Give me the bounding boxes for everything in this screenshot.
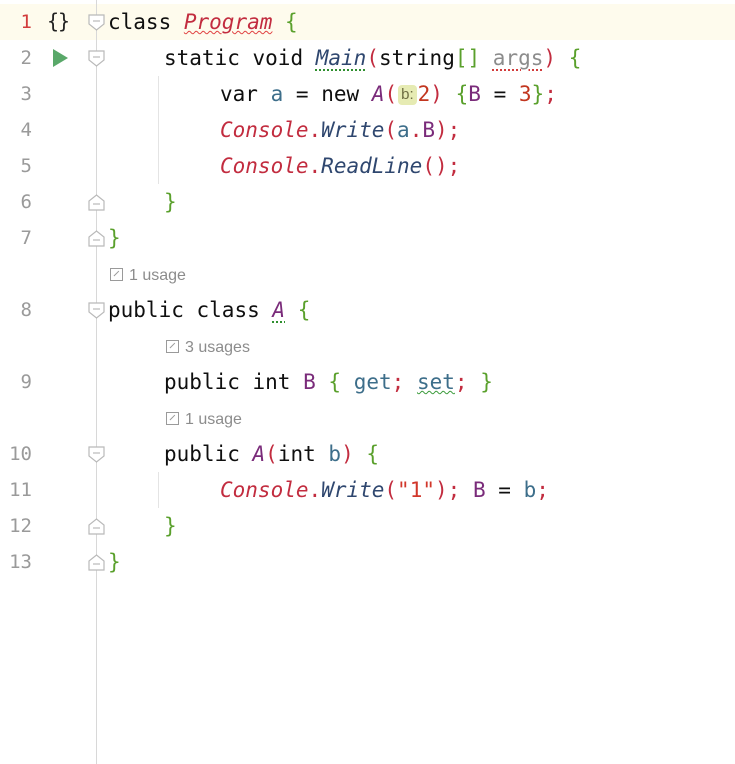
code-line-2[interactable]: 2 static void Main(string[] args) {	[0, 40, 735, 76]
code-text: public A(int b) {	[164, 442, 380, 466]
code-text: class Program {	[108, 10, 298, 34]
parameter-name-hint: b:	[398, 85, 417, 105]
code-line-13[interactable]: 13 }	[0, 544, 735, 580]
setter-warning: set	[416, 370, 455, 394]
usage-hint-ctor-a[interactable]: 1 usage	[166, 408, 242, 432]
usage-hint-prop-b[interactable]: 3 usages	[166, 336, 250, 360]
usage-arrow-icon	[166, 412, 179, 425]
code-line-8[interactable]: 8 public class A {	[0, 292, 735, 328]
code-text: Console.ReadLine();	[220, 154, 461, 178]
usage-arrow-icon	[166, 340, 179, 353]
usage-arrow-icon	[110, 268, 123, 281]
class-name-a: A	[272, 298, 286, 322]
line-number: 9	[20, 371, 32, 393]
line-number: 12	[9, 515, 32, 537]
line-number: 2	[20, 47, 32, 69]
fold-open-icon[interactable]	[88, 302, 105, 319]
code-line-1[interactable]: 1 {} class Program {	[0, 4, 735, 40]
fold-close-icon[interactable]	[88, 554, 105, 571]
fold-open-icon[interactable]	[88, 50, 105, 67]
line-number: 3	[20, 83, 32, 105]
line-number: 4	[20, 119, 32, 141]
line-number: 8	[20, 299, 32, 321]
code-line-4[interactable]: 4 Console.Write(a.B);	[0, 112, 735, 148]
fold-open-icon[interactable]	[88, 446, 105, 463]
code-text: }	[164, 514, 177, 538]
code-line-5[interactable]: 5 Console.ReadLine();	[0, 148, 735, 184]
line-number: 1	[20, 11, 32, 33]
line-number: 10	[9, 443, 32, 465]
code-line-12[interactable]: 12 }	[0, 508, 735, 544]
code-text: public int B { get; set; }	[164, 370, 493, 394]
method-main: Main	[315, 46, 367, 70]
code-line-6[interactable]: 6 }	[0, 184, 735, 220]
code-text: public class A {	[108, 298, 311, 322]
param-args: args	[492, 46, 544, 70]
fold-open-icon[interactable]	[88, 14, 105, 31]
code-line-3[interactable]: 3 var a = new A(b: 2) {B = 3};	[0, 76, 735, 112]
code-text: }	[108, 550, 121, 574]
line-number: 13	[9, 551, 32, 573]
code-text: static void Main(string[] args) {	[164, 46, 582, 70]
line-number: 5	[20, 155, 32, 177]
code-line-10[interactable]: 10 public A(int b) {	[0, 436, 735, 472]
line-number: 6	[20, 191, 32, 213]
code-line-9[interactable]: 9 public int B { get; set; }	[0, 364, 735, 400]
code-editor[interactable]: 1 {} class Program { 2 static void Main(…	[0, 0, 735, 764]
code-text: }	[164, 190, 177, 214]
code-text: }	[108, 226, 121, 250]
code-text: Console.Write(a.B);	[220, 118, 461, 142]
usage-hint-class-a[interactable]: 1 usage	[110, 264, 186, 288]
code-line-11[interactable]: 11 Console.Write("1"); B = b;	[0, 472, 735, 508]
line-number: 7	[20, 227, 32, 249]
line-number: 11	[9, 479, 32, 501]
class-name-program: Program	[183, 10, 273, 34]
run-icon[interactable]	[53, 49, 68, 67]
code-line-7[interactable]: 7 }	[0, 220, 735, 256]
fold-close-icon[interactable]	[88, 194, 105, 211]
fold-close-icon[interactable]	[88, 518, 105, 535]
code-text: var a = new A(b: 2) {B = 3};	[220, 82, 557, 106]
fold-close-icon[interactable]	[88, 230, 105, 247]
code-braces-icon[interactable]: {}	[47, 10, 70, 32]
code-text: Console.Write("1"); B = b;	[220, 478, 549, 502]
